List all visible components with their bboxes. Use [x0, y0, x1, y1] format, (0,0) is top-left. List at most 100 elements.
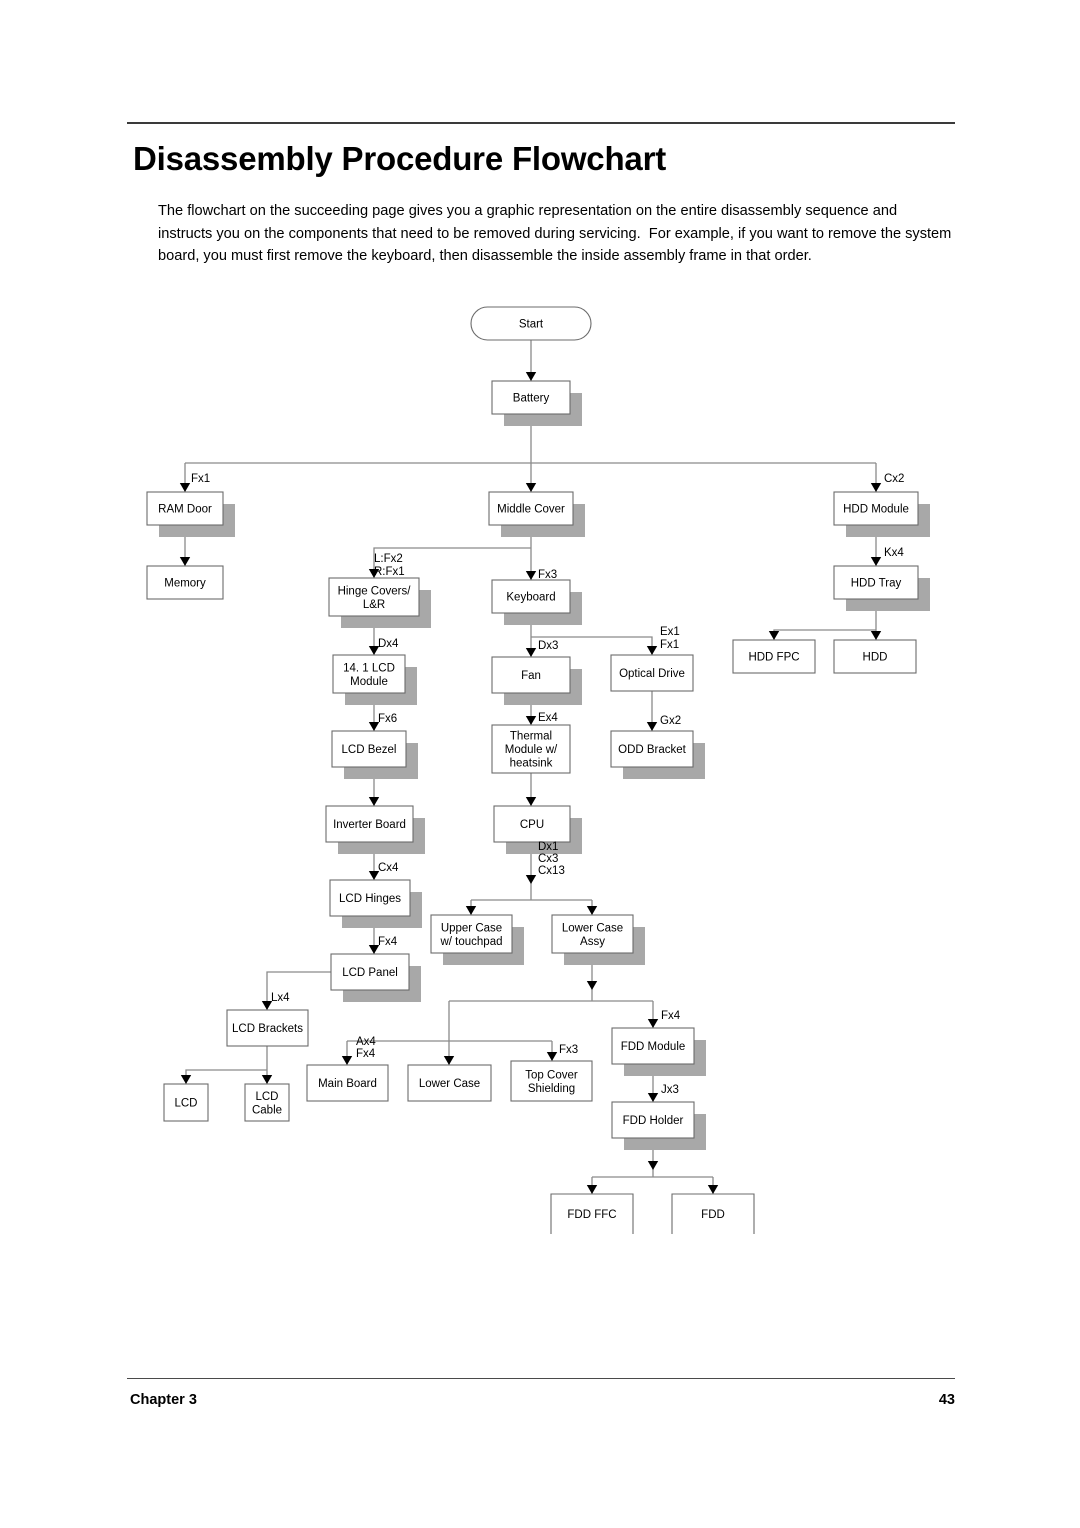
node-label: 14. 1 LCDModule: [343, 662, 395, 688]
node-label: CPU: [520, 819, 544, 831]
node-label: Upper Casew/ touchpad: [439, 922, 502, 948]
node-label: Middle Cover: [497, 504, 565, 516]
flow-node-hinge: Hinge Covers/L&R: [329, 578, 431, 628]
node-label: HDD Tray: [851, 578, 902, 590]
arrowhead-icon: [871, 631, 881, 640]
edge-label: Gx2: [660, 715, 681, 727]
edge-label: Fx4: [356, 1048, 376, 1060]
arrowhead-icon: [526, 797, 536, 806]
node-label: LCD Hinges: [339, 893, 401, 905]
node-label: HDD FPC: [748, 652, 799, 664]
flow-node-start: Start: [471, 307, 591, 340]
flow-node-ramdoor: RAM Door: [147, 492, 235, 537]
node-label: Fan: [521, 670, 541, 682]
flow-node-lcdpanel: LCD Panel: [331, 954, 421, 1002]
arrowhead-icon: [526, 875, 536, 884]
arrowhead-icon: [708, 1185, 718, 1194]
flow-node-lcdbezel: LCD Bezel: [332, 731, 418, 779]
arrowhead-icon: [181, 1075, 191, 1084]
edge-label: Ex1: [660, 626, 680, 638]
flow-node-fddholder: FDD Holder: [612, 1102, 706, 1150]
node-label: HDD Module: [843, 504, 909, 516]
arrowhead-icon: [180, 483, 190, 492]
arrowhead-icon: [647, 646, 657, 655]
edge-label: Cx4: [378, 862, 399, 874]
edge-label: Fx4: [661, 1010, 681, 1022]
flow-node-lcdhinges: LCD Hinges: [330, 880, 422, 928]
arrowhead-icon: [871, 483, 881, 492]
flow-node-fddffc: FDD FFC: [551, 1194, 633, 1234]
footer-chapter-label: Chapter 3: [130, 1392, 197, 1408]
node-label: LCD Bezel: [342, 744, 397, 756]
arrowhead-icon: [647, 722, 657, 731]
arrowhead-icon: [547, 1052, 557, 1061]
edge-label: Lx4: [271, 992, 290, 1004]
edge-label: Dx4: [378, 638, 399, 650]
edge-label: L:Fx2: [374, 553, 403, 565]
flow-node-lcd: LCD: [164, 1084, 208, 1121]
document-page: Disassembly Procedure Flowchart The flow…: [0, 0, 1080, 1528]
edge-label: Dx3: [538, 640, 558, 652]
arrowhead-icon: [526, 571, 536, 580]
edge-label: Jx3: [661, 1084, 679, 1096]
edge-label: Cx3: [538, 853, 558, 865]
flow-node-fdd: FDD: [672, 1194, 754, 1234]
flow-node-hddfpc: HDD FPC: [733, 640, 815, 673]
flow-node-fan: Fan: [492, 657, 582, 705]
node-label: LCD Brackets: [232, 1023, 303, 1035]
edge-label: Cx13: [538, 865, 565, 877]
node-label: ThermalModule w/heatsink: [505, 731, 558, 770]
flow-node-hdd: HDD: [834, 640, 916, 673]
flow-node-battery: Battery: [492, 381, 582, 426]
disassembly-flowchart: Start Battery RAM Door Memory Middle Cover HD…: [0, 0, 1080, 1528]
arrowhead-icon: [444, 1056, 454, 1065]
node-label: LCDCable: [252, 1091, 282, 1117]
flow-node-lcdcable: LCDCable: [245, 1084, 289, 1121]
edge-label: Fx4: [378, 936, 398, 948]
arrowhead-icon: [526, 483, 536, 492]
arrowhead-icon: [526, 372, 536, 381]
arrowhead-icon: [369, 797, 379, 806]
connector-line: [774, 630, 876, 640]
edge-label: Fx1: [660, 639, 679, 651]
arrowhead-icon: [871, 557, 881, 566]
connector-line: [267, 972, 331, 1010]
flow-node-lowercase: Lower Case: [408, 1065, 491, 1101]
arrowhead-icon: [526, 648, 536, 657]
node-label: FDD: [701, 1209, 725, 1221]
node-label: FDD Holder: [623, 1115, 684, 1127]
flow-node-fddmodule: FDD Module: [612, 1028, 706, 1076]
node-label: Inverter Board: [333, 819, 406, 831]
node-label: LCD Panel: [342, 967, 398, 979]
flow-node-optical: Optical Drive: [611, 655, 693, 691]
arrowhead-icon: [526, 716, 536, 725]
node-label: Keyboard: [506, 592, 555, 604]
flow-node-mainboard: Main Board: [307, 1065, 388, 1101]
node-label: Top CoverShielding: [525, 1069, 578, 1095]
node-label: RAM Door: [158, 504, 212, 516]
flow-node-memory: Memory: [147, 566, 223, 599]
arrowhead-icon: [342, 1056, 352, 1065]
node-label: Lower Case: [419, 1078, 480, 1090]
node-layer: Start Battery RAM Door Memory Middle Cover HD…: [147, 307, 930, 1234]
flow-node-lcdmodule: 14. 1 LCDModule: [333, 655, 417, 705]
arrowhead-icon: [466, 906, 476, 915]
arrowhead-icon: [769, 631, 779, 640]
node-label: HDD: [863, 652, 888, 664]
edge-label: Fx1: [191, 473, 210, 485]
edge-label: Fx3: [538, 569, 557, 581]
footer-divider: [127, 1378, 955, 1379]
arrowhead-icon: [587, 1185, 597, 1194]
edge-label: Ex4: [538, 712, 558, 724]
connector-line: [186, 1070, 267, 1084]
flow-node-hddtray: HDD Tray: [834, 566, 930, 611]
node-label: ODD Bracket: [618, 744, 687, 756]
edge-label: Dx1: [538, 841, 558, 853]
edge-label: R:Fx1: [374, 566, 405, 578]
flow-node-middlecover: Middle Cover: [489, 492, 585, 537]
arrowhead-icon: [262, 1075, 272, 1084]
flow-node-oddbracket: ODD Bracket: [611, 731, 705, 779]
flow-node-topcover: Top CoverShielding: [511, 1061, 592, 1101]
node-label: Main Board: [318, 1078, 377, 1090]
edge-label: Fx6: [378, 713, 397, 725]
